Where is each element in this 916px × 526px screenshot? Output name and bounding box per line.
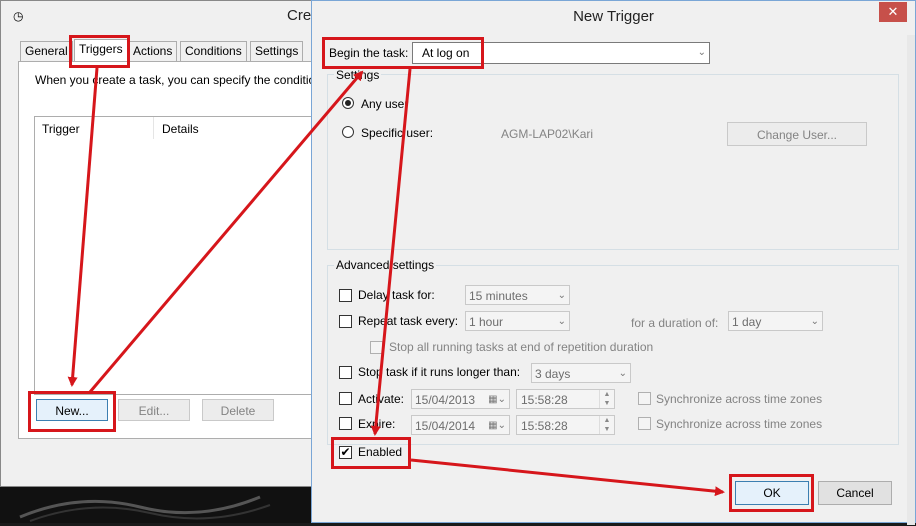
arrow-triggers-to-new [67,67,99,387]
arrow-enabled-to-ok [410,458,725,497]
annotation-arrows [67,67,725,497]
arrow-new-to-begin-task [88,70,364,393]
arrow-begin-task-to-enabled [370,68,412,436]
